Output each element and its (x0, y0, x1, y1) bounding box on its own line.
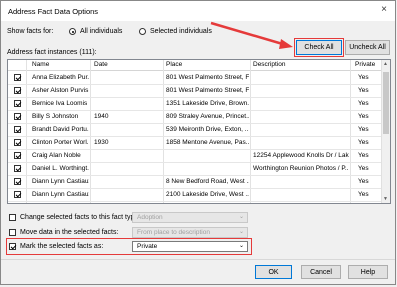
cell-description: Worthington Reunion Photos / P... (253, 165, 349, 172)
row-checkbox[interactable] (14, 139, 21, 146)
cell-place: 809 Straley Avenue, Princet... (166, 113, 249, 120)
cell-place: 801 West Palmento Street, F... (166, 74, 249, 81)
cell-private: Yes (358, 178, 369, 185)
cell-private: Yes (358, 100, 369, 107)
cell-name: Asher Alston Purvis (32, 87, 89, 94)
row-checkbox[interactable] (14, 152, 21, 159)
cell-private: Yes (358, 139, 369, 146)
change-type-label: Change selected facts to this fact type: (20, 214, 141, 221)
scroll-up-icon[interactable]: ▲ (383, 61, 388, 67)
row-checkbox[interactable] (14, 191, 21, 198)
grid-scrollbar[interactable]: ▲ ▼ (381, 60, 390, 203)
fact-type-value: Adoption (137, 214, 163, 221)
ok-button[interactable]: OK (255, 265, 292, 279)
cell-date: 1940 (94, 113, 109, 120)
row-checkbox[interactable] (14, 113, 21, 120)
table-row[interactable]: Diann Lynn Castiaux 2100 Lakeside Drive, … (8, 188, 383, 202)
scroll-down-icon[interactable]: ▼ (383, 196, 388, 202)
cell-date: 1930 (94, 139, 109, 146)
cell-place: 2100 Lakeside Drive, West ... (166, 191, 249, 198)
help-button[interactable]: Help (348, 265, 388, 279)
cell-private: Yes (358, 126, 369, 133)
cell-name: Daniel L. Worthingt... (32, 165, 89, 172)
cell-name: Brandt David Portu... (32, 126, 89, 133)
cell-private: Yes (358, 165, 369, 172)
row-checkbox[interactable] (14, 100, 21, 107)
cell-private: Yes (358, 191, 369, 198)
col-date[interactable]: Date (94, 61, 108, 68)
col-private[interactable]: Private (355, 61, 375, 68)
table-row[interactable]: Brandt David Portu... 539 Meironth Drive,… (8, 123, 383, 137)
table-row[interactable]: Anna Elizabeth Pur... 801 West Palmento S… (8, 71, 383, 85)
table-row[interactable]: Asher Alston Purvis 801 West Palmento Str… (8, 84, 383, 98)
cell-name: Diann Lynn Castiaux (32, 191, 89, 198)
col-name[interactable]: Name (32, 61, 49, 68)
cell-place: 8 New Bedford Road, West ... (166, 178, 249, 185)
col-description[interactable]: Description (253, 61, 286, 68)
cell-private: Yes (358, 74, 369, 81)
row-checkbox[interactable] (14, 126, 21, 133)
cell-place: 539 Meironth Drive, Exton, ... (166, 126, 249, 133)
chevron-down-icon: ⌄ (238, 214, 244, 220)
grid-header: Name Date Place Description Private (8, 60, 383, 71)
cell-private: Yes (358, 87, 369, 94)
table-row[interactable]: Daniel L. Worthingt... Worthington Reunio… (8, 162, 383, 176)
move-data-label: Move data in the selected facts: (20, 229, 119, 236)
row-checkbox[interactable] (14, 74, 21, 81)
move-data-select[interactable]: From place to description ⌄ (132, 227, 248, 238)
row-checkbox[interactable] (14, 178, 21, 185)
table-row[interactable]: Clinton Porter Worl... 1930 1858 Mentone A… (8, 136, 383, 150)
chevron-down-icon: ⌄ (238, 229, 244, 235)
cell-name: Anna Elizabeth Pur... (32, 74, 89, 81)
cell-private: Yes (358, 152, 369, 159)
scroll-thumb[interactable] (383, 72, 389, 134)
grid-caption: Address fact instances (111): (7, 49, 97, 56)
cell-name: Billy S Johnston (32, 113, 79, 120)
table-row[interactable]: Billy S Johnston 1940 809 Straley Avenue, … (8, 110, 383, 124)
cell-name: Clinton Porter Worl... (32, 139, 89, 146)
cell-description: 12254 Applewood Knolls Dr / Lak... (253, 152, 349, 159)
fact-type-select[interactable]: Adoption ⌄ (132, 212, 248, 223)
cell-place: 1351 Lakeside Drive, Brown... (166, 100, 249, 107)
move-data-value: From place to description (137, 229, 210, 236)
cell-private: Yes (358, 113, 369, 120)
fact-instances-grid: Name Date Place Description Private Anna… (7, 59, 391, 204)
cell-place: 801 West Palmento Street, F... (166, 87, 249, 94)
row-checkbox[interactable] (14, 87, 21, 94)
cell-name: Diann Lynn Castiaux (32, 178, 89, 185)
table-row[interactable]: Craig Alan Noble 12254 Applewood Knolls D… (8, 149, 383, 163)
row-checkbox[interactable] (14, 165, 21, 172)
mark-as-highlight (6, 238, 252, 255)
col-place[interactable]: Place (166, 61, 182, 68)
cell-name: Craig Alan Noble (32, 152, 81, 159)
table-row[interactable]: Bernice Iva Loomis 1351 Lakeside Drive, B… (8, 97, 383, 111)
table-row[interactable]: Diann Lynn Castiaux 8 New Bedford Road, W… (8, 175, 383, 189)
cell-name: Bernice Iva Loomis (32, 100, 88, 107)
cancel-button[interactable]: Cancel (301, 265, 341, 279)
change-type-checkbox[interactable] (9, 214, 16, 221)
cell-place: 1858 Mentone Avenue, Pas... (166, 139, 249, 146)
move-data-checkbox[interactable] (9, 229, 16, 236)
address-fact-dialog: Address Fact Data Options × Show facts f… (0, 0, 396, 285)
